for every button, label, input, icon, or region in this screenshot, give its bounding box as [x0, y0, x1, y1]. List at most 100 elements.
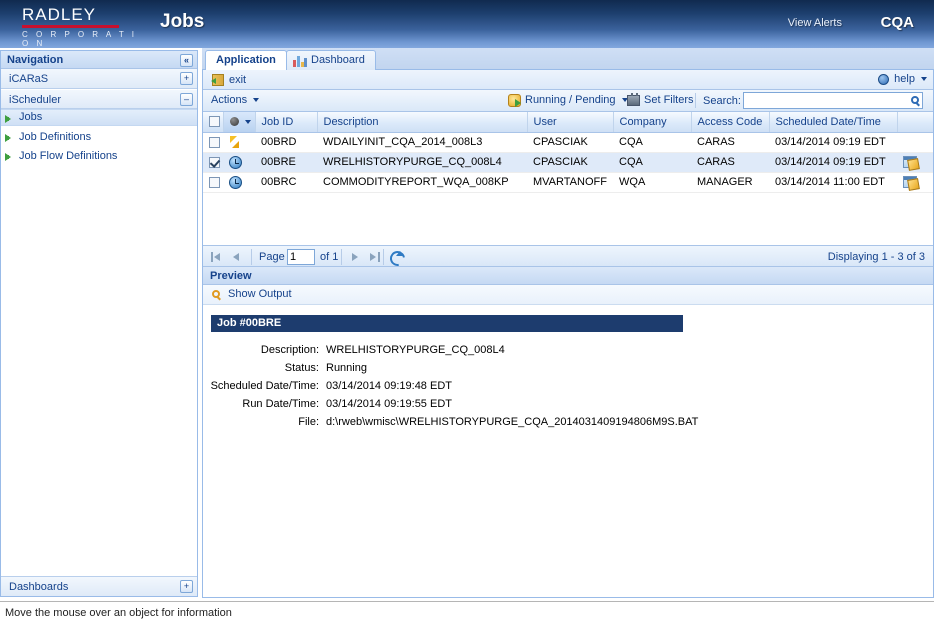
row-select-cell[interactable] — [203, 152, 223, 172]
status-bar: Move the mouse over an object for inform… — [0, 601, 934, 623]
status-column-header[interactable] — [223, 112, 255, 132]
detail-row-file: File: d:\rweb\wmisc\WRELHISTORYPURGE_CQA… — [208, 413, 698, 431]
edit-note-icon[interactable] — [903, 176, 917, 188]
navigation-header-label: Navigation — [7, 54, 63, 66]
page-label: Page — [259, 251, 285, 263]
next-page-button[interactable] — [349, 250, 363, 264]
set-filters-label: Set Filters — [644, 94, 694, 106]
search-icon[interactable] — [911, 96, 919, 104]
actions-menu-button[interactable]: Actions — [211, 94, 259, 106]
preview-body: Job #00BRE Description: WRELHISTORYPURGE… — [203, 305, 933, 535]
jobs-grid: Job ID Description User Company Access C… — [203, 112, 933, 245]
detail-row-status: Status: Running — [208, 359, 698, 377]
last-page-button[interactable] — [369, 250, 383, 264]
cell-user: MVARTANOFF — [527, 172, 613, 192]
cell-note[interactable] — [897, 152, 933, 172]
tab-dashboard[interactable]: Dashboard — [286, 50, 376, 70]
page-total-label: of 1 — [320, 251, 338, 263]
cell-note — [897, 132, 933, 152]
arrow-right-icon — [5, 134, 11, 142]
detail-label-status: Status: — [208, 359, 326, 377]
navigation-panel: Navigation « iCARaS + iScheduler – Jobs … — [0, 50, 198, 597]
logo-name: RADLEY — [22, 5, 142, 24]
col-header-job-id[interactable]: Job ID — [255, 112, 317, 132]
refresh-icon[interactable] — [389, 250, 403, 264]
sidebar-item-jobs[interactable]: Jobs — [1, 109, 197, 126]
detail-value-status: Running — [326, 359, 698, 377]
row-checkbox[interactable] — [209, 137, 220, 148]
nav-section-dashboards[interactable]: Dashboards + — [1, 576, 197, 596]
nav-section-dashboards-toggle[interactable]: + — [180, 580, 193, 593]
search-input[interactable] — [744, 93, 902, 108]
row-checkbox[interactable] — [209, 157, 220, 168]
logo-subtitle: C O R P O R A T I O N — [22, 30, 142, 48]
search-label: Search: — [703, 95, 741, 107]
detail-label-file: File: — [208, 413, 326, 431]
tab-application[interactable]: Application — [205, 50, 287, 70]
row-select-cell[interactable] — [203, 172, 223, 192]
application-window: RADLEY C O R P O R A T I O N Jobs View A… — [0, 0, 934, 623]
collapse-nav-button[interactable]: « — [180, 54, 193, 67]
preview-toolbar: Show Output — [203, 285, 933, 305]
preview-details: Description: WRELHISTORYPURGE_CQ_008L4 S… — [203, 341, 933, 431]
content-panel: exit help Actions Running / Pending — [202, 70, 934, 598]
first-page-button[interactable] — [211, 250, 225, 264]
pager-separator — [341, 249, 342, 265]
set-filters-button[interactable]: Set Filters — [627, 94, 694, 106]
clock-icon — [229, 156, 242, 169]
select-all-header[interactable] — [203, 112, 223, 132]
sidebar-item-job-definitions[interactable]: Job Definitions — [1, 129, 197, 146]
preview-job-title: Job #00BRE — [211, 315, 683, 332]
exit-button-label: exit — [229, 74, 246, 86]
show-output-button[interactable]: Show Output — [211, 288, 292, 300]
current-user-label[interactable]: CQA — [881, 14, 914, 31]
pager-separator — [383, 249, 384, 265]
cell-description: WRELHISTORYPURGE_CQ_008L4 — [317, 152, 527, 172]
nav-section-ischeduler[interactable]: iScheduler – — [1, 89, 197, 109]
pagination-bar: Page of 1 Displaying 1 - 3 of 3 — [203, 245, 933, 267]
top-banner: RADLEY C O R P O R A T I O N Jobs View A… — [0, 0, 934, 48]
cell-user: CPASCIAK — [527, 152, 613, 172]
clock-icon — [229, 176, 242, 189]
jobs-table: Job ID Description User Company Access C… — [203, 112, 933, 193]
previous-page-button[interactable] — [231, 250, 245, 264]
running-pending-filter-button[interactable]: Running / Pending — [508, 94, 628, 106]
col-header-company[interactable]: Company — [613, 112, 691, 132]
detail-value-run: 03/14/2014 09:19:55 EDT — [326, 395, 698, 413]
tab-strip: Application Dashboard — [202, 48, 934, 70]
page-number-input[interactable] — [287, 249, 315, 265]
cell-company: WQA — [613, 172, 691, 192]
chevron-down-icon[interactable] — [245, 120, 251, 124]
table-row[interactable]: 00BRC COMMODITYREPORT_WQA_008KP MVARTANO… — [203, 172, 933, 192]
cell-job-id: 00BRE — [255, 152, 317, 172]
nav-section-dashboards-label: Dashboards — [9, 581, 68, 593]
exit-button[interactable]: exit — [209, 72, 246, 88]
col-header-user[interactable]: User — [527, 112, 613, 132]
col-header-scheduled[interactable]: Scheduled Date/Time — [769, 112, 897, 132]
col-header-access-code[interactable]: Access Code — [691, 112, 769, 132]
select-all-checkbox[interactable] — [209, 116, 220, 127]
radley-logo: RADLEY C O R P O R A T I O N — [22, 5, 142, 48]
cell-scheduled: 03/14/2014 09:19 EDT — [769, 152, 897, 172]
row-select-cell[interactable] — [203, 132, 223, 152]
search-field-wrapper[interactable] — [743, 92, 923, 109]
nav-section-ischeduler-toggle[interactable]: – — [180, 93, 193, 106]
sidebar-item-job-flow-definitions[interactable]: Job Flow Definitions — [1, 148, 197, 165]
main-region: Application Dashboard exit help — [202, 48, 934, 598]
table-row[interactable]: 00BRD WDAILYINIT_CQA_2014_008L3 CPASCIAK… — [203, 132, 933, 152]
col-header-description[interactable]: Description — [317, 112, 527, 132]
cell-description: COMMODITYREPORT_WQA_008KP — [317, 172, 527, 192]
nav-section-icaras-toggle[interactable]: + — [180, 72, 193, 85]
cell-note[interactable] — [897, 172, 933, 192]
bar-chart-icon — [293, 56, 307, 67]
preview-detail-table: Description: WRELHISTORYPURGE_CQ_008L4 S… — [208, 341, 698, 431]
row-checkbox[interactable] — [209, 177, 220, 188]
running-pending-label: Running / Pending — [525, 94, 616, 106]
pager-separator — [251, 249, 252, 265]
edit-note-icon[interactable] — [903, 156, 917, 168]
lightning-bolt-icon — [229, 136, 240, 149]
nav-section-icaras[interactable]: iCARaS + — [1, 69, 197, 89]
view-alerts-link[interactable]: View Alerts — [788, 17, 842, 29]
table-row[interactable]: 00BRE WRELHISTORYPURGE_CQ_008L4 CPASCIAK… — [203, 152, 933, 172]
help-button[interactable]: help — [878, 73, 927, 85]
